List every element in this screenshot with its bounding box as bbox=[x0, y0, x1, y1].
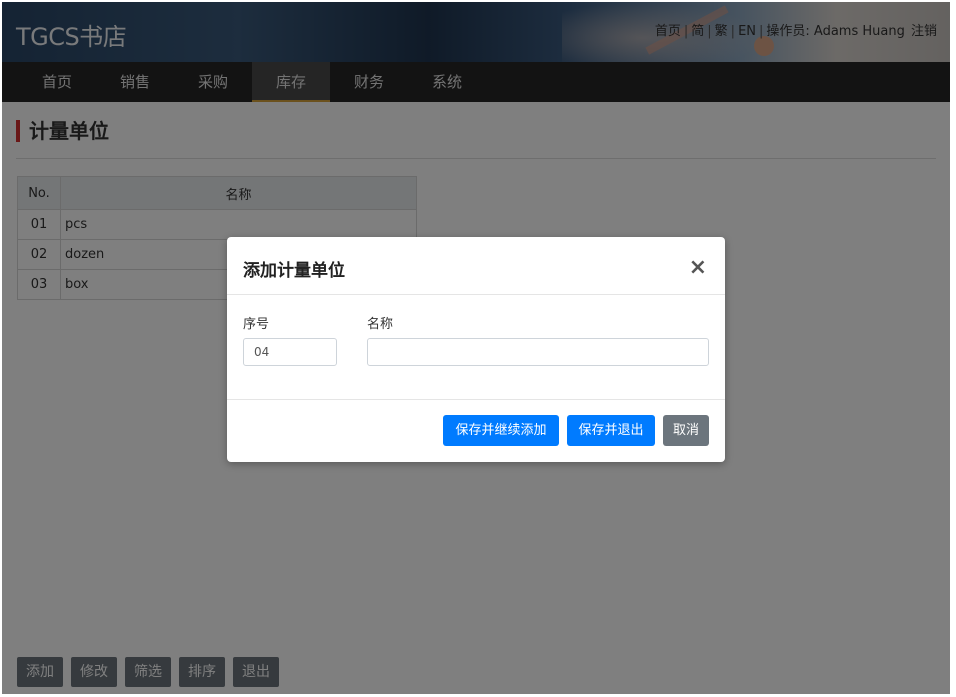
close-icon[interactable]: × bbox=[689, 257, 707, 279]
save-exit-button[interactable]: 保存并退出 bbox=[567, 415, 655, 446]
save-continue-button[interactable]: 保存并继续添加 bbox=[443, 415, 559, 446]
name-label: 名称 bbox=[367, 317, 394, 332]
add-unit-dialog: 添加计量单位 × 序号 名称 保存并继续添加 保存并退出 取消 bbox=[227, 237, 725, 462]
seq-label: 序号 bbox=[243, 317, 270, 332]
dialog-title: 添加计量单位 bbox=[243, 261, 345, 281]
cancel-button[interactable]: 取消 bbox=[663, 415, 709, 446]
seq-input[interactable] bbox=[243, 338, 337, 366]
name-input[interactable] bbox=[367, 338, 709, 366]
